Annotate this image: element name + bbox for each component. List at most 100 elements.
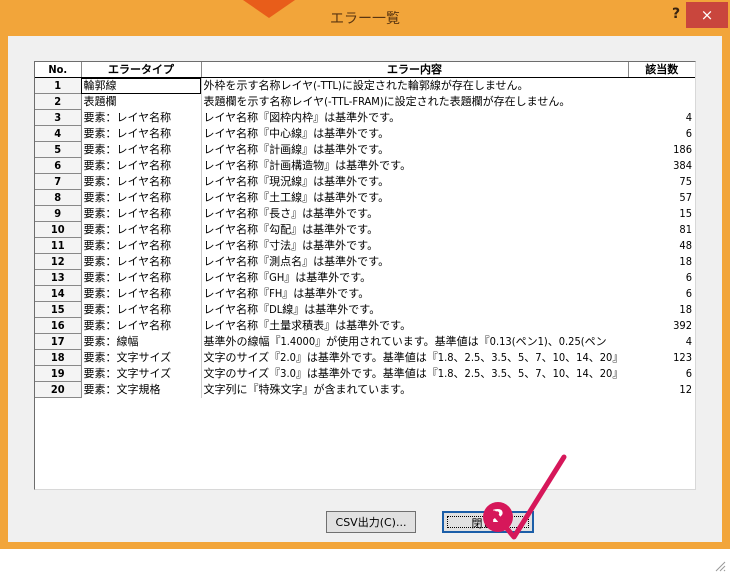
table-row[interactable]: 14 要素：レイヤ名称 レイヤ名称『FH』は基準外です。 6 xyxy=(35,285,695,302)
table-row[interactable]: 4 要素：レイヤ名称 レイヤ名称『中心線』は基準外です。 6 xyxy=(35,125,695,142)
table-row[interactable]: 3 要素：レイヤ名称 レイヤ名称『図枠内枠』は基準外です。 4 xyxy=(35,109,695,126)
row-error-type: 要素：文字規格 xyxy=(81,381,202,398)
table-row[interactable]: 19 要素：文字サイズ 文字のサイズ『3.0』は基準外です。基準値は『1.8、2.5… xyxy=(35,365,695,382)
row-count: 18 xyxy=(679,303,692,316)
row-number: 2 xyxy=(35,93,82,110)
row-error-type: 要素：レイヤ名称 xyxy=(81,253,202,270)
csv-export-button[interactable]: CSV出力(C)... xyxy=(326,511,416,533)
row-error-type: 要素：文字サイズ xyxy=(81,349,202,366)
row-count: 18 xyxy=(679,255,692,268)
row-error-content: 文字のサイズ『3.0』は基準外です。基準値は『1.8、2.5、3.5、5、7、1… xyxy=(203,367,624,380)
row-error-content: レイヤ名称『勾配』は基準外です。 xyxy=(203,223,379,236)
table-row[interactable]: 12 要素：レイヤ名称 レイヤ名称『測点名』は基準外です。 18 xyxy=(35,253,695,270)
table-row[interactable]: 16 要素：レイヤ名称 レイヤ名称『土量求積表』は基準外です。 392 xyxy=(35,317,695,334)
row-error-content: レイヤ名称『中心線』は基準外です。 xyxy=(203,127,390,140)
header-error-type[interactable]: エラータイプ xyxy=(81,62,202,78)
row-count xyxy=(628,78,695,94)
error-list-table[interactable]: No. エラータイプ エラー内容 該当数 1 輪郭線 外枠を示す名称レイヤ(-TTL… xyxy=(34,61,696,490)
row-error-type: 要素：レイヤ名称 xyxy=(81,317,202,334)
row-error-content: レイヤ名称『GH』は基準外です。 xyxy=(203,271,372,284)
table-row[interactable]: 9 要素：レイヤ名称 レイヤ名称『長さ』は基準外です。 15 xyxy=(35,205,695,222)
row-number: 8 xyxy=(35,189,82,206)
row-error-type: 要素：レイヤ名称 xyxy=(81,109,202,126)
row-error-type: 要素：レイヤ名称 xyxy=(81,173,202,190)
close-window-button[interactable]: × xyxy=(686,2,728,28)
row-count: 6 xyxy=(685,127,692,140)
row-number: 19 xyxy=(35,365,82,382)
row-error-type: 要素：レイヤ名称 xyxy=(81,269,202,286)
row-error-content: レイヤ名称『寸法』は基準外です。 xyxy=(203,239,379,252)
table-row[interactable]: 2 表題欄 表題欄を示す名称レイヤ(-TTL-FRAM)に設定された表題欄が存在しま… xyxy=(35,93,695,110)
row-count: 392 xyxy=(673,319,692,332)
row-count: 15 xyxy=(679,207,692,220)
row-number: 13 xyxy=(35,269,82,286)
row-count: 4 xyxy=(685,335,692,348)
row-number: 18 xyxy=(35,349,82,366)
row-error-type: 要素：線幅 xyxy=(81,333,202,350)
title-bar[interactable]: エラー一覧 ? × xyxy=(0,0,730,36)
row-count: 12 xyxy=(679,383,692,396)
row-count: 4 xyxy=(685,111,692,124)
row-error-type: 要素：文字サイズ xyxy=(81,365,202,382)
table-row[interactable]: 6 要素：レイヤ名称 レイヤ名称『計画構造物』は基準外です。 384 xyxy=(35,157,695,174)
table-row[interactable]: 18 要素：文字サイズ 文字のサイズ『2.0』は基準外です。基準値は『1.8、2.5… xyxy=(35,349,695,366)
row-error-content: 基準外の線幅『1.4000』が使用されています。基準値は『0.13(ペン1)、0… xyxy=(203,335,607,348)
table-row[interactable]: 1 輪郭線 外枠を示す名称レイヤ(-TTL)に設定された輪郭線が存在しません。 xyxy=(35,77,695,94)
row-count: 6 xyxy=(685,367,692,380)
table-row[interactable]: 15 要素：レイヤ名称 レイヤ名称『DL線』は基準外です。 18 xyxy=(35,301,695,318)
row-error-type: 要素：レイヤ名称 xyxy=(81,125,202,142)
row-number: 4 xyxy=(35,125,82,142)
table-row[interactable]: 5 要素：レイヤ名称 レイヤ名称『計画線』は基準外です。 186 xyxy=(35,141,695,158)
table-row[interactable]: 20 要素：文字規格 文字列に『特殊文字』が含まれています。 12 xyxy=(35,381,695,398)
row-error-content: レイヤ名称『現況線』は基準外です。 xyxy=(203,175,390,188)
row-error-content: レイヤ名称『DL線』は基準外です。 xyxy=(203,303,381,316)
row-error-type: 要素：レイヤ名称 xyxy=(81,237,202,254)
header-count[interactable]: 該当数 xyxy=(628,62,695,78)
table-row[interactable]: 13 要素：レイヤ名称 レイヤ名称『GH』は基準外です。 6 xyxy=(35,269,695,286)
table-row[interactable]: 17 要素：線幅 基準外の線幅『1.4000』が使用されています。基準値は『0.13… xyxy=(35,333,695,350)
row-error-type: 要素：レイヤ名称 xyxy=(81,205,202,222)
row-number: 14 xyxy=(35,285,82,302)
error-list-window: エラー一覧 ? × No. エラータイプ エラー内容 該当数 1 輪郭線 外枠を… xyxy=(0,0,730,572)
row-error-content: レイヤ名称『図枠内枠』は基準外です。 xyxy=(203,111,401,124)
row-error-type: 要素：レイヤ名称 xyxy=(81,301,202,318)
row-count xyxy=(628,94,695,110)
help-button[interactable]: ? xyxy=(664,6,688,28)
row-error-content: レイヤ名称『FH』は基準外です。 xyxy=(203,287,370,300)
row-number: 11 xyxy=(35,237,82,254)
row-count: 384 xyxy=(673,159,692,172)
row-error-content: 文字列に『特殊文字』が含まれています。 xyxy=(203,383,412,396)
table-row[interactable]: 8 要素：レイヤ名称 レイヤ名称『土工線』は基準外です。 57 xyxy=(35,189,695,206)
checkmark-icon xyxy=(491,454,567,540)
row-count: 81 xyxy=(679,223,692,236)
header-error-content[interactable]: エラー内容 xyxy=(201,62,629,78)
row-error-content: 外枠を示す名称レイヤ(-TTL)に設定された輪郭線が存在しません。 xyxy=(203,79,529,93)
row-number: 5 xyxy=(35,141,82,158)
row-number: 16 xyxy=(35,317,82,334)
row-error-content: 文字のサイズ『2.0』は基準外です。基準値は『1.8、2.5、3.5、5、7、1… xyxy=(203,351,624,364)
row-error-type: 要素：レイヤ名称 xyxy=(81,285,202,302)
row-count: 6 xyxy=(685,287,692,300)
row-number: 20 xyxy=(35,381,82,398)
row-error-content: レイヤ名称『土量求積表』は基準外です。 xyxy=(203,319,412,332)
header-no[interactable]: No. xyxy=(35,62,82,78)
row-number: 9 xyxy=(35,205,82,222)
table-row[interactable]: 10 要素：レイヤ名称 レイヤ名称『勾配』は基準外です。 81 xyxy=(35,221,695,238)
table-row[interactable]: 11 要素：レイヤ名称 レイヤ名称『寸法』は基準外です。 48 xyxy=(35,237,695,254)
row-error-content: 表題欄を示す名称レイヤ(-TTL-FRAM)に設定された表題欄が存在しません。 xyxy=(203,95,571,108)
row-error-content: レイヤ名称『土工線』は基準外です。 xyxy=(203,191,390,204)
row-number: 15 xyxy=(35,301,82,318)
row-number: 1 xyxy=(35,77,82,94)
row-number: 3 xyxy=(35,109,82,126)
row-error-type: 表題欄 xyxy=(81,93,202,110)
row-number: 6 xyxy=(35,157,82,174)
row-number: 17 xyxy=(35,333,82,350)
resize-grip-icon[interactable] xyxy=(712,558,726,572)
row-error-type: 要素：レイヤ名称 xyxy=(81,141,202,158)
row-count: 75 xyxy=(679,175,692,188)
table-header-row: No. エラータイプ エラー内容 該当数 xyxy=(35,62,695,78)
row-count: 6 xyxy=(685,271,692,284)
row-count: 57 xyxy=(679,191,692,204)
row-count: 123 xyxy=(673,351,692,364)
table-row[interactable]: 7 要素：レイヤ名称 レイヤ名称『現況線』は基準外です。 75 xyxy=(35,173,695,190)
